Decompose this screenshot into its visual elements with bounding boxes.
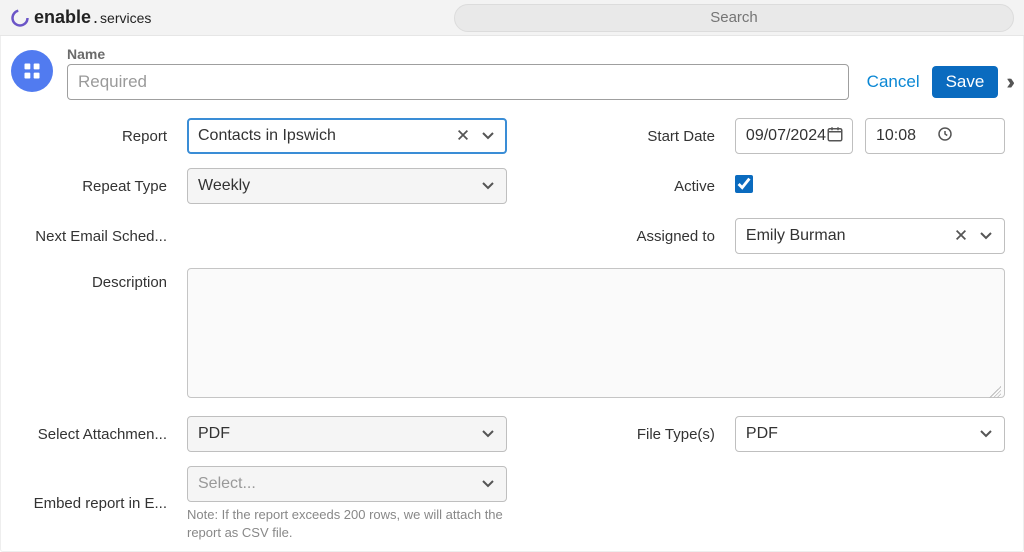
chevron-down-icon[interactable]	[976, 227, 996, 246]
name-input[interactable]	[67, 64, 849, 100]
module-icon	[11, 50, 53, 92]
label-active: Active	[565, 178, 715, 195]
start-time-input[interactable]: 10:08	[865, 118, 1005, 154]
global-search[interactable]	[454, 4, 1014, 32]
label-embed-report: Embed report in E...	[17, 495, 167, 512]
assigned-to-select[interactable]: Emily Burman	[735, 218, 1005, 254]
label-repeat-type: Repeat Type	[17, 178, 167, 195]
report-value: Contacts in Ipswich	[198, 127, 448, 145]
top-bar: enable.services	[0, 0, 1024, 36]
header-row: Name Cancel Save ››	[11, 46, 1013, 100]
form-grid: Report Contacts in Ipswich Start Date 09…	[11, 118, 1011, 551]
assigned-to-value: Emily Burman	[746, 227, 946, 245]
brand-logo: enable.services	[10, 7, 151, 28]
description-textarea[interactable]	[187, 268, 1005, 398]
active-checkbox[interactable]	[735, 175, 753, 193]
repeat-type-value: Weekly	[198, 177, 472, 195]
chevron-down-icon[interactable]	[478, 177, 498, 196]
search-input[interactable]	[454, 4, 1014, 32]
clear-icon[interactable]	[952, 227, 970, 245]
resize-handle-icon[interactable]	[989, 386, 1001, 398]
cancel-button[interactable]: Cancel	[863, 72, 924, 92]
name-label: Name	[67, 46, 849, 62]
embed-report-placeholder: Select...	[198, 475, 472, 493]
clear-icon[interactable]	[454, 127, 472, 145]
label-assigned-to: Assigned to	[565, 228, 715, 245]
edit-form: Name Cancel Save ›› Report Contacts in I…	[0, 36, 1024, 552]
label-start-date: Start Date	[565, 128, 715, 145]
calendar-icon[interactable]	[826, 125, 844, 148]
embed-report-select[interactable]: Select...	[187, 466, 507, 502]
clock-icon[interactable]	[936, 125, 996, 148]
select-attachment-value: PDF	[198, 425, 472, 443]
label-file-types: File Type(s)	[565, 426, 715, 443]
start-date-input[interactable]: 09/07/2024	[735, 118, 853, 154]
save-button[interactable]: Save	[932, 66, 999, 98]
start-date-value: 09/07/2024	[746, 127, 826, 145]
embed-note: Note: If the report exceeds 200 rows, we…	[187, 506, 507, 541]
brand-swirl-icon	[10, 8, 30, 28]
chevron-down-icon[interactable]	[478, 425, 498, 444]
label-report: Report	[17, 128, 167, 145]
label-next-email: Next Email Sched...	[17, 228, 167, 245]
brand-bold: enable	[34, 7, 91, 27]
file-types-select[interactable]: PDF	[735, 416, 1005, 452]
label-description: Description	[17, 268, 167, 291]
report-select[interactable]: Contacts in Ipswich	[187, 118, 507, 154]
more-actions-icon[interactable]: ››	[1006, 71, 1013, 93]
chevron-down-icon[interactable]	[478, 475, 498, 494]
select-attachment-select[interactable]: PDF	[187, 416, 507, 452]
repeat-type-select[interactable]: Weekly	[187, 168, 507, 204]
chevron-down-icon[interactable]	[478, 127, 498, 146]
file-types-value: PDF	[746, 425, 970, 443]
label-select-attachment: Select Attachmen...	[17, 426, 167, 443]
start-time-value: 10:08	[876, 127, 936, 145]
chevron-down-icon[interactable]	[976, 425, 996, 444]
